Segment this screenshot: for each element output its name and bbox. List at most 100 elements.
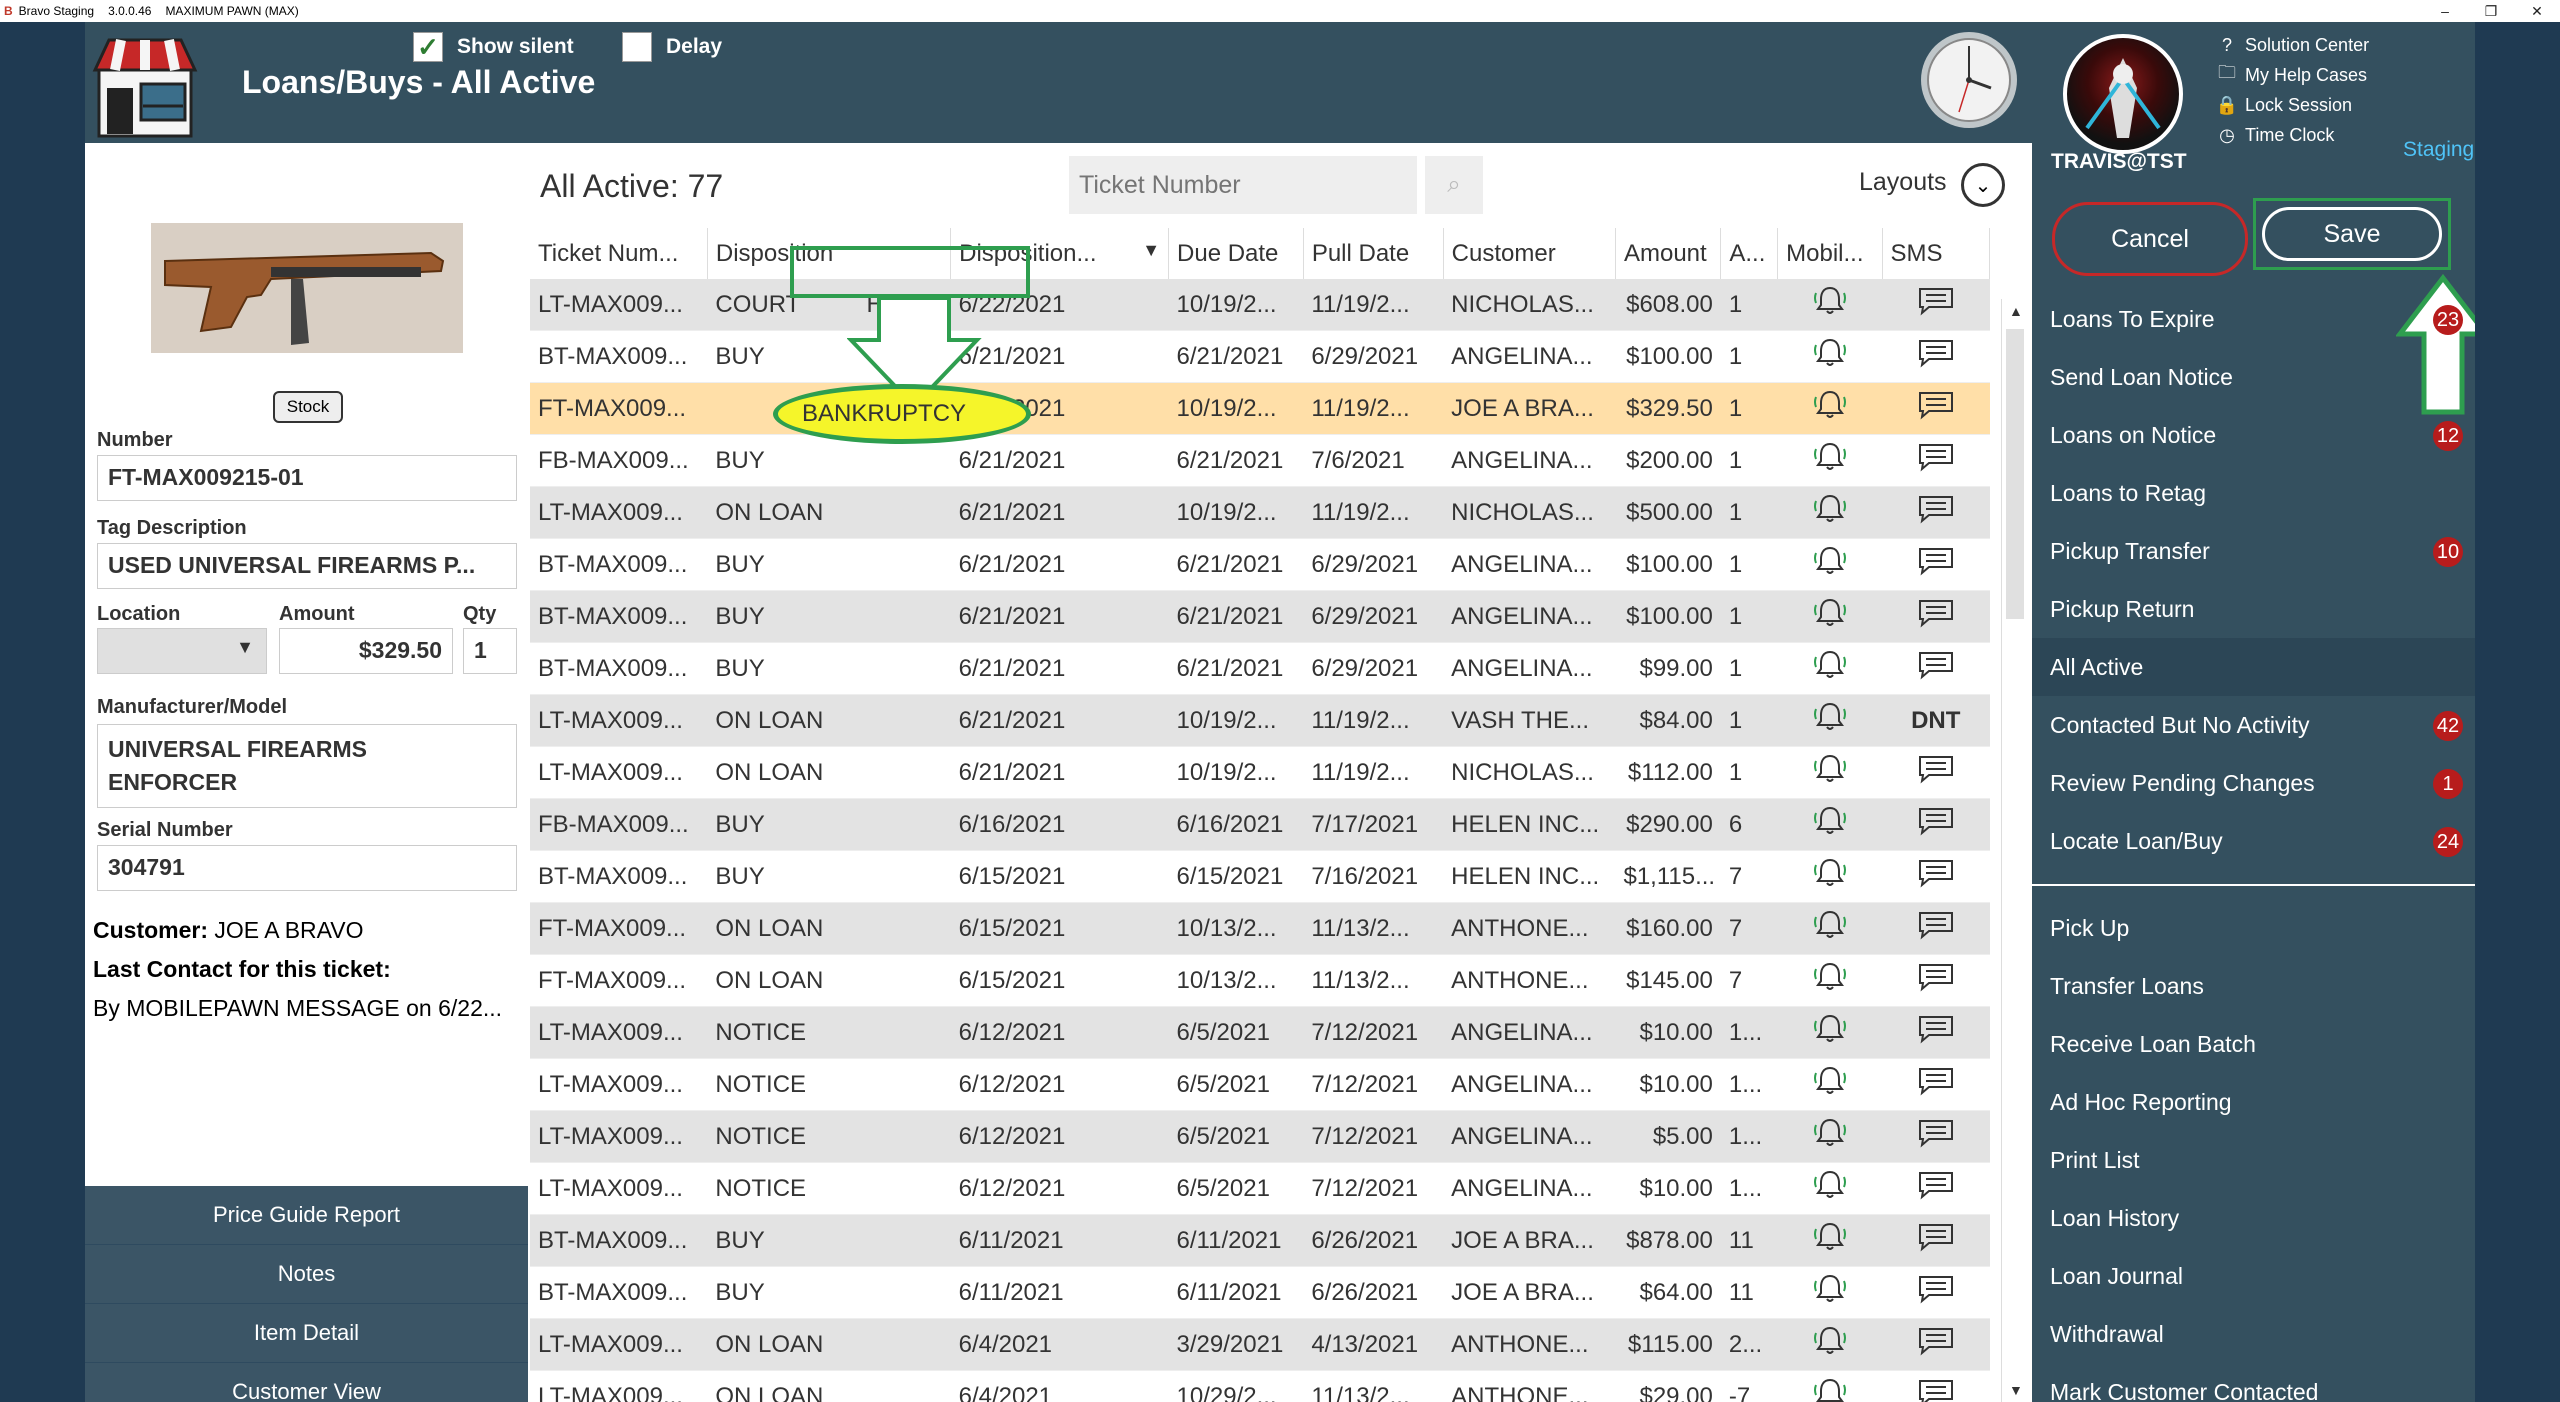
mobile-bell-icon[interactable] bbox=[1777, 1058, 1883, 1111]
table-row[interactable]: BT-MAX009... BUY 6/11/2021 6/11/2021 6/26/20… bbox=[530, 1266, 1990, 1319]
menu-item-locate-loan-buy[interactable]: Locate Loan/Buy 24 bbox=[2032, 812, 2475, 870]
mobile-bell-icon[interactable] bbox=[1777, 538, 1883, 591]
column-header-8[interactable]: Mobil... bbox=[1777, 228, 1883, 279]
amount-field[interactable]: $329.50 bbox=[279, 628, 453, 674]
save-button[interactable]: Save bbox=[2262, 207, 2442, 261]
mobile-bell-icon[interactable] bbox=[1777, 1214, 1883, 1267]
customer-view-button[interactable]: Customer View bbox=[85, 1363, 528, 1402]
table-row[interactable]: LT-MAX009... NOTICE 6/12/2021 6/5/2021 7/12/… bbox=[530, 1110, 1990, 1163]
menu-item-all-active[interactable]: All Active bbox=[2032, 638, 2475, 696]
scroll-up-icon[interactable]: ▲ bbox=[2009, 303, 2023, 319]
mobile-bell-icon[interactable] bbox=[1777, 434, 1883, 487]
sms-message-icon[interactable] bbox=[1882, 538, 1990, 591]
sms-message-icon[interactable] bbox=[1882, 330, 1990, 383]
table-row[interactable]: BT-MAX009... BUY 6/11/2021 6/11/2021 6/26/20… bbox=[530, 1214, 1990, 1267]
table-row[interactable]: FT-MAX009...BANKRUPTCY6/21/202110/19/2..… bbox=[530, 382, 1990, 435]
sms-message-icon[interactable] bbox=[1882, 798, 1990, 851]
sms-message-icon[interactable] bbox=[1882, 590, 1990, 643]
column-filter-chevron-icon[interactable]: ▼ bbox=[1142, 240, 1160, 261]
mobile-bell-icon[interactable] bbox=[1777, 850, 1883, 903]
table-row[interactable]: FB-MAX009... BUY 6/16/2021 6/16/2021 7/17/20… bbox=[530, 798, 1990, 851]
mobile-bell-icon[interactable] bbox=[1777, 746, 1883, 799]
mobile-bell-icon[interactable] bbox=[1777, 1006, 1883, 1059]
menu-item-loans-to-expire[interactable]: Loans To Expire 23 bbox=[2032, 290, 2475, 348]
mobile-bell-icon[interactable] bbox=[1777, 642, 1883, 695]
table-row[interactable]: BT-MAX009... BUY 6/21/2021 6/21/2021 6/29/20… bbox=[530, 590, 1990, 643]
mobile-bell-icon[interactable] bbox=[1777, 590, 1883, 643]
menu-item-withdrawal[interactable]: Withdrawal bbox=[2032, 1305, 2475, 1363]
table-row[interactable]: BT-MAX009... BUY 6/21/2021 6/21/2021 6/29/20… bbox=[530, 642, 1990, 695]
close-icon[interactable]: ✕ bbox=[2514, 0, 2560, 22]
menu-item-receive-loan-batch[interactable]: Receive Loan Batch bbox=[2032, 1015, 2475, 1073]
scrollbar-thumb[interactable] bbox=[2006, 329, 2024, 619]
table-row[interactable]: LT-MAX009... ON LOAN 6/21/2021 10/19/2... 11… bbox=[530, 694, 1990, 747]
menu-item-ad-hoc-reporting[interactable]: Ad Hoc Reporting bbox=[2032, 1073, 2475, 1131]
stock-button[interactable]: Stock bbox=[273, 391, 343, 423]
menu-item-send-loan-notice[interactable]: Send Loan Notice bbox=[2032, 348, 2475, 406]
sms-message-icon[interactable] bbox=[1882, 1370, 1990, 1402]
table-row[interactable]: LT-MAX009... NOTICE 6/12/2021 6/5/2021 7/12/… bbox=[530, 1006, 1990, 1059]
mobile-bell-icon[interactable] bbox=[1777, 954, 1883, 1007]
column-header-6[interactable]: Amount bbox=[1615, 228, 1722, 279]
column-header-3[interactable]: Due Date bbox=[1168, 228, 1304, 279]
sms-message-icon[interactable] bbox=[1882, 1058, 1990, 1111]
sms-message-icon[interactable] bbox=[1882, 1318, 1990, 1371]
sms-message-icon[interactable] bbox=[1882, 1110, 1990, 1163]
sms-message-icon[interactable] bbox=[1882, 434, 1990, 487]
manufacturer-field[interactable]: UNIVERSAL FIREARMS ENFORCER bbox=[97, 724, 517, 808]
mobile-bell-icon[interactable] bbox=[1777, 382, 1883, 435]
time-clock-link[interactable]: ◷ Time Clock bbox=[2215, 120, 2369, 150]
menu-item-transfer-loans[interactable]: Transfer Loans bbox=[2032, 957, 2475, 1015]
column-header-9[interactable]: SMS bbox=[1882, 228, 1991, 279]
menu-item-pick-up[interactable]: Pick Up bbox=[2032, 899, 2475, 957]
qty-field[interactable]: 1 bbox=[463, 628, 517, 674]
table-row[interactable]: BT-MAX009... BUY 6/15/2021 6/15/2021 7/16/20… bbox=[530, 850, 1990, 903]
search-icon[interactable]: ⌕ bbox=[1425, 156, 1483, 214]
notes-button[interactable]: Notes bbox=[85, 1245, 528, 1304]
menu-item-loan-journal[interactable]: Loan Journal bbox=[2032, 1247, 2475, 1305]
sms-message-icon[interactable] bbox=[1882, 746, 1990, 799]
mobile-bell-icon[interactable] bbox=[1777, 798, 1883, 851]
menu-item-print-list[interactable]: Print List bbox=[2032, 1131, 2475, 1189]
scroll-down-icon[interactable]: ▼ bbox=[2009, 1382, 2023, 1398]
menu-item-loans-on-notice[interactable]: Loans on Notice 12 bbox=[2032, 406, 2475, 464]
mobile-bell-icon[interactable] bbox=[1777, 330, 1883, 383]
column-header-4[interactable]: Pull Date bbox=[1303, 228, 1444, 279]
column-header-7[interactable]: A... bbox=[1720, 228, 1779, 279]
table-row[interactable]: BT-MAX009... BUY 6/21/2021 6/21/2021 6/29/20… bbox=[530, 330, 1990, 383]
table-row[interactable]: FB-MAX009... BUY 6/21/2021 6/21/2021 7/6/202… bbox=[530, 434, 1990, 487]
sms-message-icon[interactable] bbox=[1882, 1006, 1990, 1059]
ticket-number-search-input[interactable] bbox=[1069, 156, 1417, 214]
mobile-bell-icon[interactable] bbox=[1777, 1318, 1883, 1371]
mobile-bell-icon[interactable] bbox=[1777, 1266, 1883, 1319]
table-row[interactable]: FT-MAX009... ON LOAN 6/15/2021 10/13/2... 11… bbox=[530, 954, 1990, 1007]
mobile-bell-icon[interactable] bbox=[1777, 486, 1883, 539]
layouts-chevron-down-icon[interactable]: ⌄ bbox=[1961, 163, 2005, 207]
number-field[interactable]: FT-MAX009215-01 bbox=[97, 455, 517, 501]
mobile-bell-icon[interactable] bbox=[1777, 279, 1883, 331]
sms-message-icon[interactable] bbox=[1882, 382, 1990, 435]
avatar[interactable] bbox=[2063, 34, 2183, 154]
menu-item-loans-to-retag[interactable]: Loans to Retag bbox=[2032, 464, 2475, 522]
sms-message-icon[interactable] bbox=[1882, 954, 1990, 1007]
table-row[interactable]: LT-MAX009... NOTICE 6/12/2021 6/5/2021 7/12/… bbox=[530, 1162, 1990, 1215]
table-row[interactable]: LT-MAX009... NOTICE 6/12/2021 6/5/2021 7/12/… bbox=[530, 1058, 1990, 1111]
column-header-0[interactable]: Ticket Num... bbox=[530, 228, 708, 279]
table-row[interactable]: LT-MAX009... ON LOAN 6/4/2021 3/29/2021 4/13… bbox=[530, 1318, 1990, 1371]
mobile-bell-icon[interactable] bbox=[1777, 694, 1883, 747]
sms-message-icon[interactable] bbox=[1882, 642, 1990, 695]
price-guide-report-button[interactable]: Price Guide Report bbox=[85, 1186, 528, 1245]
serial-field[interactable]: 304791 bbox=[97, 845, 517, 891]
sms-message-icon[interactable] bbox=[1882, 1162, 1990, 1215]
table-row[interactable]: LT-MAX009... ON LOAN 6/21/2021 10/19/2... 11… bbox=[530, 486, 1990, 539]
menu-item-review-pending-changes[interactable]: Review Pending Changes 1 bbox=[2032, 754, 2475, 812]
menu-item-pickup-transfer[interactable]: Pickup Transfer 10 bbox=[2032, 522, 2475, 580]
show-silent-checkbox[interactable]: ✓ Show silent bbox=[413, 32, 574, 62]
sms-message-icon[interactable] bbox=[1882, 279, 1990, 331]
lock-session-link[interactable]: 🔒 Lock Session bbox=[2215, 90, 2369, 120]
vertical-scrollbar[interactable]: ▲ ▼ bbox=[2001, 299, 2029, 1402]
my-help-cases-link[interactable]: 🗀 My Help Cases bbox=[2215, 60, 2369, 90]
column-header-5[interactable]: Customer bbox=[1443, 228, 1616, 279]
mobile-bell-icon[interactable] bbox=[1777, 902, 1883, 955]
table-row[interactable]: LT-MAX009... ON LOAN 6/4/2021 10/29/2... 11/… bbox=[530, 1370, 1990, 1402]
